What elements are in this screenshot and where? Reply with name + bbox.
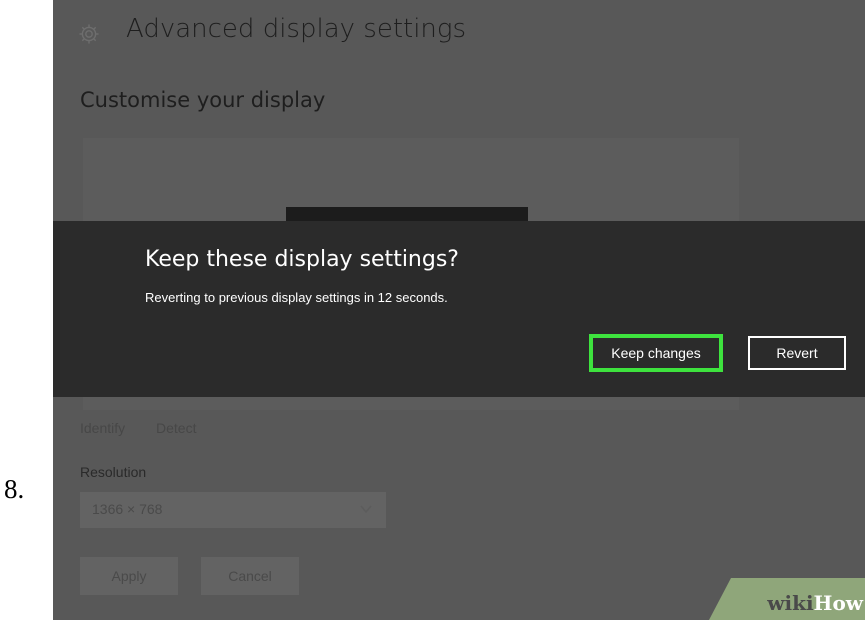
revert-button[interactable]: Revert: [748, 336, 846, 370]
customise-display-heading: Customise your display: [80, 88, 326, 112]
keep-changes-button[interactable]: Keep changes: [589, 334, 723, 372]
resolution-value: 1366 × 768: [92, 501, 163, 517]
step-number: 8.: [4, 474, 25, 504]
cancel-button[interactable]: Cancel: [201, 557, 299, 595]
wikihow-logo: wikiHow: [767, 591, 863, 615]
settings-window: Advanced display settings Customise your…: [53, 0, 865, 620]
resolution-dropdown[interactable]: 1366 × 768: [80, 492, 386, 528]
keep-settings-dialog: Keep these display settings? Reverting t…: [53, 221, 865, 397]
window-title: Advanced display settings: [126, 14, 467, 44]
resolution-label: Resolution: [80, 464, 147, 480]
apply-button[interactable]: Apply: [80, 557, 178, 595]
identify-link[interactable]: Identify: [80, 420, 125, 436]
detect-link[interactable]: Detect: [156, 420, 196, 436]
dialog-title: Keep these display settings?: [145, 247, 459, 272]
wikihow-logo-wiki: wiki: [767, 591, 814, 615]
wikihow-logo-how: How: [813, 591, 863, 615]
dialog-message: Reverting to previous display settings i…: [145, 290, 448, 305]
chevron-down-icon: [360, 505, 372, 514]
gear-icon: [79, 24, 99, 44]
